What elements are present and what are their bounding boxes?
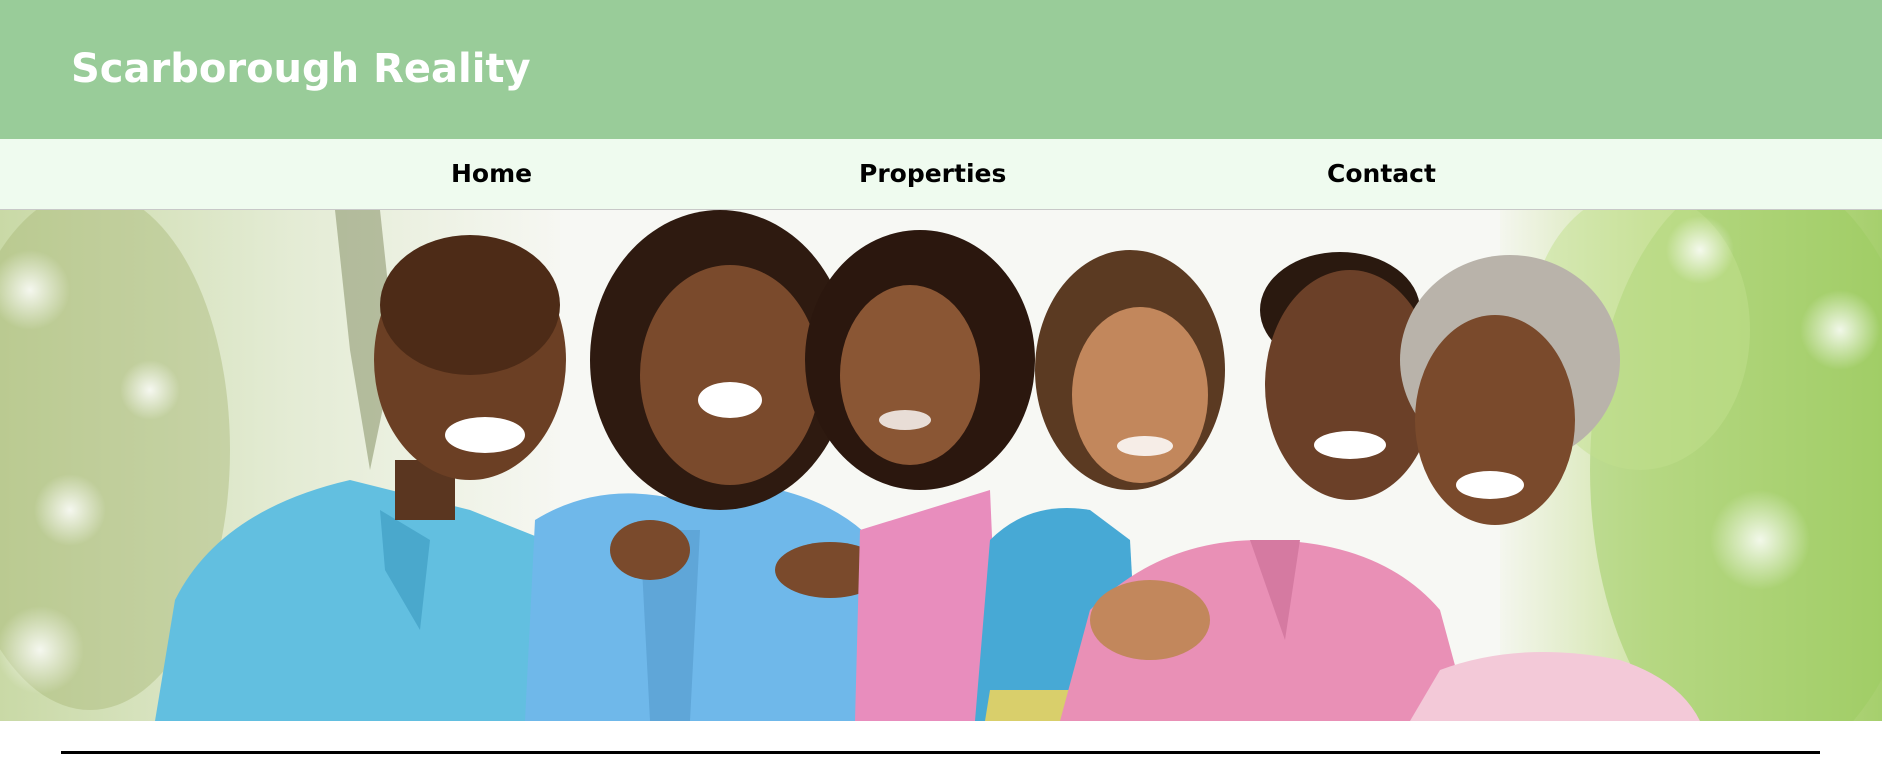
main-nav: Home Properties Contact: [0, 139, 1882, 210]
site-title: Scarborough Reality: [71, 46, 531, 92]
hero-family-photo: [0, 210, 1882, 721]
site-header: Scarborough Reality: [0, 0, 1882, 139]
hero-banner: [0, 210, 1882, 721]
nav-link-contact[interactable]: Contact: [1327, 139, 1436, 209]
nav-link-home[interactable]: Home: [451, 139, 532, 209]
nav-link-properties[interactable]: Properties: [859, 139, 1006, 209]
section-divider: [61, 751, 1820, 754]
